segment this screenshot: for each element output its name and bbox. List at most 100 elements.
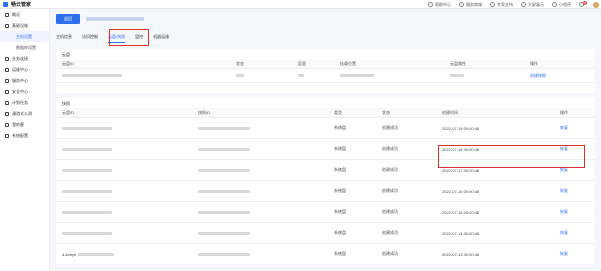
table-row: 系统盘 创建成功 2022-07-15 00:00:48 恢复 bbox=[56, 202, 595, 223]
top-actions: 帮助中心 服务商城 专家支持 大屏展示 小程序 2 bbox=[428, 0, 601, 9]
table-row: 创建快照 bbox=[56, 69, 595, 83]
table-row: 系统盘 创建成功 2022-07-16 00:00:48 恢复 bbox=[56, 181, 595, 202]
sidebar-item-label: 业务连接 bbox=[12, 55, 28, 61]
restore-link[interactable]: 恢复 bbox=[560, 125, 590, 131]
top-bar: 畅云管家 帮助中心 服务商城 专家支持 大屏展示 小程序 2 bbox=[0, 0, 601, 9]
column-header: 云盘ID bbox=[62, 109, 74, 115]
snapshot-id bbox=[198, 252, 334, 257]
sidebar-item-label: 服务中心 bbox=[12, 77, 28, 83]
sidebar-item-mine[interactable]: 我的客 bbox=[0, 119, 49, 130]
sidebar-item-label: 安全中心 bbox=[12, 88, 28, 94]
snapshot-time: 2022-07-19 00:00:48 bbox=[442, 125, 480, 131]
disk-table-header: 云盘ID 状态 容量 挂载位置 云盘属性 操作 bbox=[56, 59, 595, 69]
snapshot-type: 系统盘 bbox=[334, 188, 346, 193]
column-header: 状态 bbox=[236, 60, 244, 66]
disk-panel-title: 云盘 bbox=[62, 52, 70, 57]
snapshot-status: 创建成功 bbox=[382, 188, 398, 193]
tab-host-info[interactable]: 主机信息 bbox=[56, 32, 72, 42]
snapshot-id bbox=[198, 189, 334, 194]
sidebar-item-system[interactable]: 系统配置 bbox=[0, 130, 49, 141]
column-header: 挂载位置 bbox=[340, 60, 356, 66]
restore-link[interactable]: 恢复 bbox=[560, 230, 590, 236]
link-icon bbox=[5, 56, 9, 61]
snapshot-panel-title: 快照 bbox=[62, 101, 70, 106]
top-action-help[interactable]: 帮助中心 bbox=[428, 2, 451, 8]
snapshot-id bbox=[198, 210, 334, 215]
snapshot-type: 系统盘 bbox=[334, 209, 346, 214]
snapshot-time: 2022-07-16 00:00:48 bbox=[442, 188, 480, 194]
snapshot-disk-id bbox=[56, 126, 198, 131]
column-header: 操作 bbox=[560, 109, 568, 115]
create-snapshot-link[interactable]: 创建快照 bbox=[530, 73, 590, 79]
user-icon bbox=[5, 122, 9, 127]
sidebar-item-label: 运维中心 bbox=[12, 66, 28, 72]
snapshot-table-header: 云盘ID 快照ID 类型 状态 创建时间 操作 bbox=[56, 108, 595, 118]
snapshot-disk-id bbox=[56, 231, 198, 236]
snapshot-panel: 快照 云盘ID 快照ID 类型 状态 创建时间 操作 系统盘 创建成功 2022… bbox=[56, 98, 595, 266]
sidebar-item-service[interactable]: 服务中心 bbox=[0, 75, 49, 86]
back-button[interactable]: 返回 bbox=[56, 14, 80, 24]
snapshot-type: 系统盘 bbox=[334, 167, 346, 172]
snapshot-disk-id: d-8vbyb bbox=[56, 252, 198, 257]
snapshot-id bbox=[198, 231, 334, 236]
clock-icon bbox=[5, 100, 9, 105]
table-row: 系统盘 创建成功 2022-07-14 00:00:48 恢复 bbox=[56, 223, 595, 244]
breadcrumb: 返回 bbox=[56, 14, 144, 24]
column-header: 容量 bbox=[298, 60, 306, 66]
tab-access-control[interactable]: 访问控制 bbox=[82, 32, 98, 42]
notification-bell[interactable]: 2 bbox=[579, 1, 587, 7]
tab-machine-ops[interactable]: 机器运维 bbox=[153, 32, 169, 42]
top-action-expert[interactable]: 专家支持 bbox=[490, 2, 513, 8]
home-icon bbox=[5, 12, 9, 17]
sidebar-item-db-settings[interactable]: 数据库设置 bbox=[0, 42, 49, 53]
sidebar-item-security[interactable]: 安全中心 bbox=[0, 86, 49, 97]
column-header: 快照ID bbox=[198, 109, 210, 115]
snapshot-disk-id bbox=[56, 189, 198, 194]
sidebar-item-tasks[interactable]: 计划任务 bbox=[0, 97, 49, 108]
table-row: d-8vbyb 系统盘 创建成功 2022-07-13 00:00:48 恢复 bbox=[56, 244, 595, 265]
annotation-highlight-tab bbox=[109, 29, 149, 46]
snapshot-type: 系统盘 bbox=[334, 251, 346, 256]
top-action-label: 帮助中心 bbox=[435, 1, 451, 7]
restore-link[interactable]: 恢复 bbox=[560, 209, 590, 215]
top-action-label: 专家支持 bbox=[497, 1, 513, 7]
beta-icon bbox=[5, 111, 9, 116]
column-header: 云盘属性 bbox=[450, 60, 466, 66]
top-action-store[interactable]: 服务商城 bbox=[459, 2, 482, 8]
sidebar-item-host-settings[interactable]: 主机设置 bbox=[0, 31, 49, 42]
snapshot-id bbox=[198, 147, 334, 152]
snapshot-type: 系统盘 bbox=[334, 146, 346, 151]
gear-icon bbox=[5, 133, 9, 138]
sidebar-item-ops[interactable]: 运维中心 bbox=[0, 64, 49, 75]
restore-link[interactable]: 恢复 bbox=[560, 251, 590, 257]
app-title: 畅云管家 bbox=[11, 1, 32, 8]
column-header: 创建时间 bbox=[442, 109, 458, 115]
snapshot-type: 系统盘 bbox=[334, 125, 346, 130]
snapshot-status: 创建成功 bbox=[382, 230, 398, 235]
sidebar-item-label: 我的客 bbox=[12, 121, 24, 127]
snapshot-disk-id bbox=[56, 210, 198, 215]
sidebar-item-label: 漫游式公测 bbox=[12, 110, 32, 116]
snapshot-disk-id bbox=[56, 147, 198, 152]
disk-attr bbox=[450, 73, 530, 78]
restore-link[interactable]: 恢复 bbox=[560, 188, 590, 194]
snapshot-type: 系统盘 bbox=[334, 230, 346, 235]
avatar[interactable] bbox=[593, 1, 599, 8]
sidebar-item-overview[interactable]: 概况 bbox=[0, 9, 49, 20]
disk-mount bbox=[340, 73, 450, 78]
store-icon bbox=[459, 2, 464, 7]
sidebar-item-label: 基础设施 bbox=[12, 22, 28, 28]
column-header: 操作 bbox=[530, 60, 538, 66]
table-row: 系统盘 创建成功 2022-07-19 00:00:48 恢复 bbox=[56, 118, 595, 139]
sidebar-item-business[interactable]: 业务连接 bbox=[0, 53, 49, 64]
top-action-label: 服务商城 bbox=[466, 1, 482, 7]
app-logo[interactable]: 畅云管家 bbox=[0, 1, 50, 8]
snapshot-status: 创建成功 bbox=[382, 209, 398, 214]
sidebar-item-beta[interactable]: 漫游式公测 bbox=[0, 108, 49, 119]
snapshot-status: 创建成功 bbox=[382, 167, 398, 172]
screen-icon bbox=[521, 2, 526, 7]
top-action-screen[interactable]: 大屏展示 bbox=[521, 2, 544, 8]
column-header: 云盘ID bbox=[62, 60, 74, 66]
sidebar-item-infrastructure[interactable]: 基础设施 bbox=[0, 20, 49, 31]
top-action-miniapp[interactable]: 小程序 bbox=[552, 2, 571, 8]
